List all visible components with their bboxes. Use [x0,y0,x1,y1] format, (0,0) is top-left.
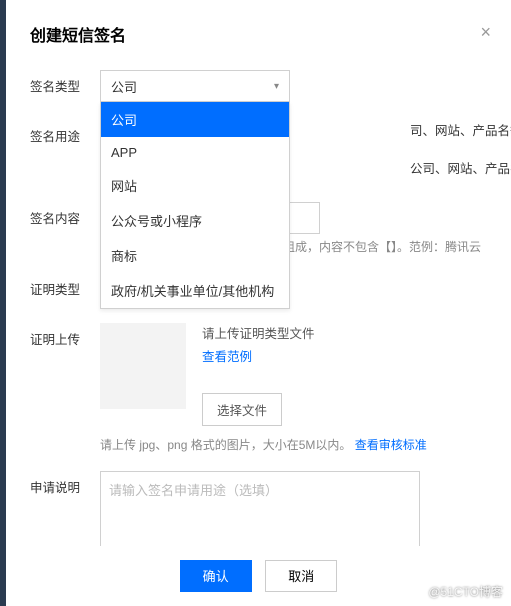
upload-tip-text: 请上传证明类型文件 [202,323,315,342]
upload-format-tip: 请上传 jpg、png 格式的图片，大小在5M以内。 查看审核标准 [100,436,487,453]
confirm-button[interactable]: 确认 [180,560,252,592]
upload-thumbnail[interactable] [100,323,186,409]
select-signature-type[interactable]: 公司 ▾ [100,70,290,102]
modal-title: 创建短信签名 [30,22,487,46]
dropdown-option[interactable]: 公众号或小程序 [101,203,289,238]
label-signature-content: 签名内容 [30,202,100,227]
modal-footer: 确认 取消 [6,546,511,606]
upload-info: 请上传证明类型文件 查看范例 选择文件 [202,323,315,426]
dropdown-option[interactable]: 商标 [101,238,289,273]
signature-use-hint-2: 公司、网站、产品名等） [410,158,511,177]
caret-down-icon: ▾ [274,81,279,92]
close-icon[interactable]: × [480,22,491,43]
dropdown-option[interactable]: 政府/机关事业单位/其他机构 [101,273,289,308]
upload-area: 请上传证明类型文件 查看范例 选择文件 [100,323,487,426]
label-spacer [30,158,100,164]
cancel-button[interactable]: 取消 [265,560,337,592]
label-cert-upload: 证明上传 [30,323,100,348]
form: 签名类型 公司 ▾ 公司 APP 网站 公众号或小程序 商标 政府/机关事业单位… [30,70,487,564]
row-signature-type: 签名类型 公司 ▾ 公司 APP 网站 公众号或小程序 商标 政府/机关事业单位… [30,70,487,102]
modal-container: 创建短信签名 × 签名类型 公司 ▾ 公司 APP 网站 公众号或小程序 商标 [0,0,511,606]
dropdown-signature-type: 公司 APP 网站 公众号或小程序 商标 政府/机关事业单位/其他机构 [100,102,290,309]
label-signature-use: 签名用途 [30,120,100,145]
choose-file-button[interactable]: 选择文件 [202,393,282,426]
dropdown-option[interactable]: 网站 [101,168,289,203]
upload-format-text: 请上传 jpg、png 格式的图片，大小在5M以内。 [100,438,351,452]
view-standard-link[interactable]: 查看审核标准 [355,438,427,452]
modal: 创建短信签名 × 签名类型 公司 ▾ 公司 APP 网站 公众号或小程序 商标 [6,0,511,564]
signature-use-hint-1: 司、网站、产品名等） [410,120,511,139]
select-signature-type-value: 公司 [111,77,137,96]
dropdown-option[interactable]: APP [101,137,289,168]
label-apply-desc: 申请说明 [30,471,100,496]
row-cert-upload: 证明上传 请上传证明类型文件 查看范例 选择文件 请上传 jpg、png 格式的… [30,323,487,453]
dropdown-option[interactable]: 公司 [101,102,289,137]
field-cert-upload: 请上传证明类型文件 查看范例 选择文件 请上传 jpg、png 格式的图片，大小… [100,323,487,453]
field-signature-type: 公司 ▾ 公司 APP 网站 公众号或小程序 商标 政府/机关事业单位/其他机构 [100,70,487,102]
label-signature-type: 签名类型 [30,70,100,95]
view-example-link[interactable]: 查看范例 [202,346,315,365]
label-cert-type: 证明类型 [30,273,100,298]
